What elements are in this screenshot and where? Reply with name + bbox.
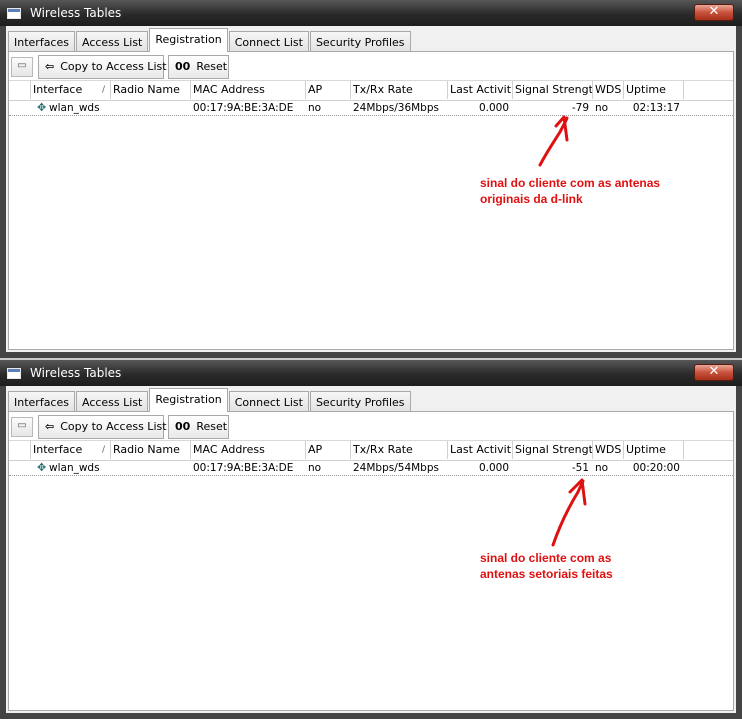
annotation-line: originais da d-link — [480, 192, 583, 206]
annotation-line: sinal do cliente com as antenas — [480, 176, 661, 190]
annotation-arrows — [538, 115, 587, 547]
tab-registration[interactable]: Registration — [149, 388, 228, 412]
tab-registration[interactable]: Registration — [149, 28, 228, 52]
annotation-text-1: sinal do cliente com as antenas originai… — [480, 175, 660, 207]
annotation-line: antenas setoriais feitas — [480, 567, 613, 581]
annotation-arrow-2 — [551, 478, 587, 547]
annotation-text-2: sinal do cliente com as antenas setoriai… — [480, 550, 613, 582]
annotation-line: sinal do cliente com as — [480, 551, 612, 565]
annotation-arrow-1 — [538, 115, 569, 167]
